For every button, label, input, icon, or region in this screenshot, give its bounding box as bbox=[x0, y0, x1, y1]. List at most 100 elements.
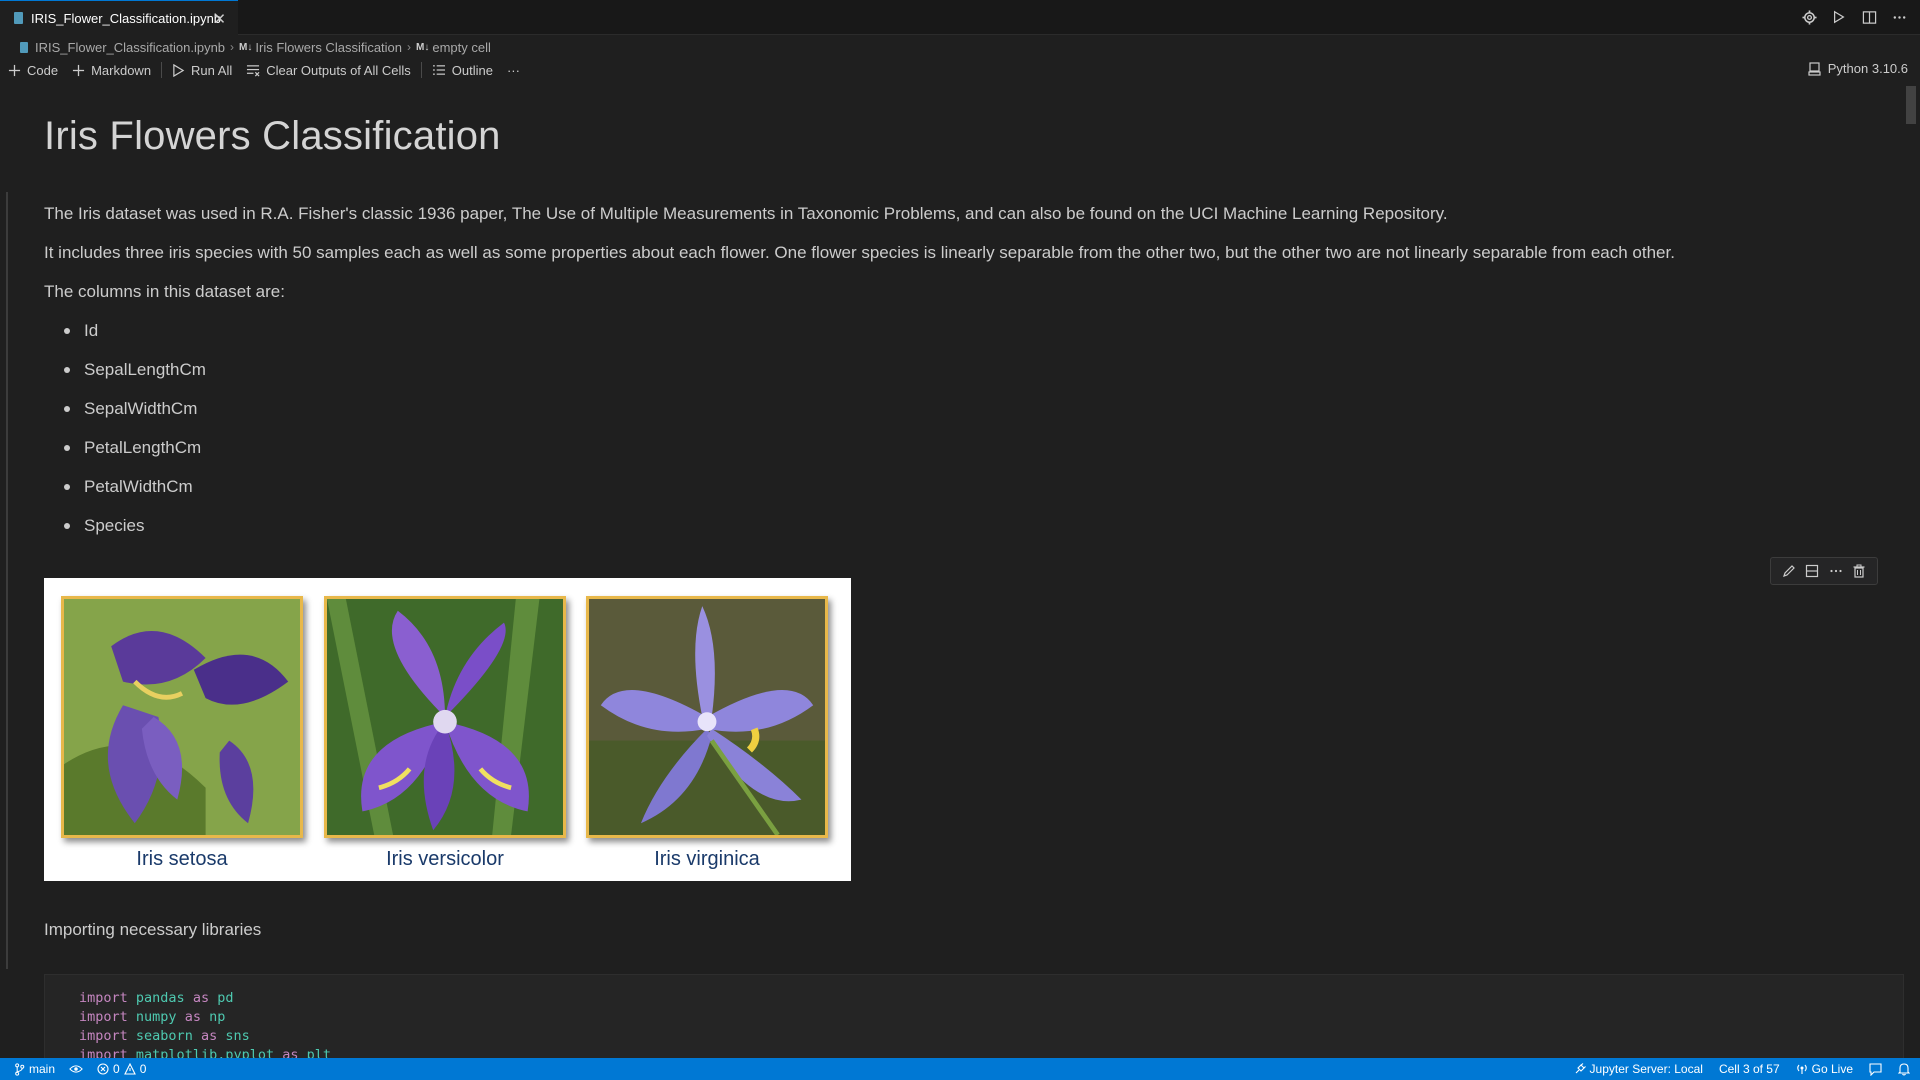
list-item: SepalLengthCm bbox=[44, 350, 1675, 389]
paragraph: The columns in this dataset are: bbox=[44, 282, 285, 301]
warning-icon bbox=[123, 1063, 136, 1075]
keyword: as bbox=[200, 1028, 218, 1044]
iris-species-image: Iris setosa Iris versicolor Iris virgini… bbox=[44, 578, 851, 881]
add-markdown-cell-button[interactable]: Markdown bbox=[72, 63, 151, 78]
more-actions-icon[interactable] bbox=[1890, 8, 1908, 26]
sync-button[interactable] bbox=[69, 1063, 83, 1075]
breadcrumb-cell[interactable]: empty cell bbox=[432, 40, 491, 55]
kernel-picker[interactable]: Python 3.10.6 bbox=[1808, 61, 1908, 76]
cell-position-label: Cell 3 of 57 bbox=[1718, 1062, 1780, 1076]
run-icon[interactable] bbox=[1830, 8, 1848, 26]
paragraph: The Iris dataset was used in R.A. Fisher… bbox=[44, 204, 1448, 223]
cell-focus-indicator bbox=[6, 192, 8, 630]
list-item: PetalWidthCm bbox=[44, 467, 1675, 506]
notebook-file-icon bbox=[14, 12, 23, 24]
plug-icon bbox=[1575, 1063, 1586, 1074]
code-line: import numpy as np bbox=[79, 1009, 225, 1025]
run-all-icon bbox=[172, 63, 185, 77]
chevron-right-icon: › bbox=[407, 40, 412, 54]
go-live-label: Go Live bbox=[1811, 1062, 1853, 1076]
tab-notebook[interactable]: IRIS_Flower_Classification.ipynb ✕ bbox=[0, 0, 238, 35]
keyword: import bbox=[79, 1047, 128, 1058]
feedback-button[interactable] bbox=[1869, 1062, 1882, 1076]
add-code-cell-button[interactable]: Code bbox=[8, 63, 58, 78]
notebook-editor[interactable]: Iris Flowers Classification The Iris dat… bbox=[0, 84, 1920, 1058]
markdown-cell[interactable]: The Iris dataset was used in R.A. Fisher… bbox=[44, 194, 1675, 545]
editor-actions bbox=[1800, 8, 1908, 26]
markdown-icon: M↓ bbox=[239, 41, 253, 53]
jupyter-server-status[interactable]: Jupyter Server: Local bbox=[1574, 1062, 1703, 1076]
alias: pd bbox=[217, 990, 234, 1006]
toolbar-divider bbox=[420, 62, 422, 78]
keyword: as bbox=[184, 1009, 201, 1025]
settings-gear-icon[interactable] bbox=[1800, 8, 1818, 26]
plus-icon bbox=[8, 64, 21, 77]
tab-label: IRIS_Flower_Classification.ipynb bbox=[31, 10, 222, 26]
clear-all-icon bbox=[246, 64, 260, 77]
notifications-button[interactable] bbox=[1898, 1062, 1910, 1076]
breadcrumb: IRIS_Flower_Classification.ipynb › M↓ Ir… bbox=[20, 37, 491, 57]
outline-button[interactable]: Outline bbox=[432, 63, 493, 78]
run-all-label: Run All bbox=[191, 62, 233, 78]
code-cell[interactable]: import pandas as pd import numpy as np i… bbox=[44, 974, 1904, 1058]
error-icon bbox=[97, 1063, 109, 1075]
alias: plt bbox=[306, 1047, 332, 1058]
species-label-setosa: Iris setosa bbox=[136, 848, 228, 870]
split-editor-icon[interactable] bbox=[1860, 8, 1878, 26]
add-markdown-label: Markdown bbox=[91, 62, 152, 78]
kernel-icon bbox=[1808, 61, 1821, 76]
edit-pencil-icon[interactable] bbox=[1782, 564, 1796, 578]
broadcast-icon bbox=[1796, 1064, 1807, 1074]
keyword: import bbox=[79, 990, 128, 1006]
module-name: seaborn bbox=[135, 1028, 193, 1044]
code-line: import pandas as pd bbox=[79, 990, 234, 1006]
module-name: numpy bbox=[135, 1009, 177, 1025]
git-branch-button[interactable]: main bbox=[14, 1062, 55, 1076]
breadcrumb-file[interactable]: IRIS_Flower_Classification.ipynb bbox=[35, 40, 225, 55]
jupyter-server-label: Jupyter Server: Local bbox=[1589, 1062, 1703, 1076]
warning-count: 0 bbox=[139, 1062, 147, 1076]
list-item: SepalWidthCm bbox=[44, 389, 1675, 428]
code-editor[interactable]: import pandas as pd import numpy as np i… bbox=[79, 989, 331, 1058]
species-label-versicolor: Iris versicolor bbox=[386, 848, 504, 870]
add-code-label: Code bbox=[27, 62, 59, 78]
section-heading: Importing necessary libraries bbox=[44, 920, 262, 939]
git-branch-icon bbox=[15, 1062, 25, 1076]
scrollbar-thumb[interactable] bbox=[1906, 86, 1916, 124]
notebook-file-icon bbox=[20, 41, 28, 53]
more-toolbar-actions-button[interactable]: ··· bbox=[507, 63, 520, 78]
cell-focus-indicator bbox=[6, 574, 8, 969]
run-all-button[interactable]: Run All bbox=[172, 63, 232, 78]
tab-close-icon[interactable]: ✕ bbox=[213, 10, 226, 28]
species-label-virginica: Iris virginica bbox=[654, 848, 760, 870]
paragraph: It includes three iris species with 50 s… bbox=[44, 243, 1675, 262]
outline-label: Outline bbox=[451, 62, 493, 78]
iris-virginica-photo bbox=[586, 596, 828, 838]
alias: np bbox=[209, 1009, 226, 1025]
split-cell-icon[interactable] bbox=[1805, 564, 1819, 578]
plus-icon bbox=[72, 64, 85, 77]
list-item: PetalLengthCm bbox=[44, 428, 1675, 467]
branch-label: main bbox=[29, 1062, 56, 1076]
clear-outputs-button[interactable]: Clear Outputs of All Cells bbox=[246, 63, 411, 78]
breadcrumb-section[interactable]: Iris Flowers Classification bbox=[255, 40, 402, 55]
cell-more-icon[interactable] bbox=[1829, 564, 1843, 578]
list-item: Species bbox=[44, 506, 1675, 545]
bell-icon bbox=[1898, 1062, 1910, 1076]
problems-button[interactable]: 0 0 bbox=[97, 1062, 146, 1076]
keyword: as bbox=[282, 1047, 299, 1058]
markdown-icon: M↓ bbox=[416, 41, 430, 53]
cell-position-indicator[interactable]: Cell 3 of 57 bbox=[1719, 1062, 1780, 1076]
more-icon: ··· bbox=[506, 62, 520, 78]
notebook-title: Iris Flowers Classification bbox=[44, 114, 501, 158]
list-icon bbox=[432, 64, 446, 76]
keyword: import bbox=[79, 1028, 128, 1044]
iris-versicolor-photo bbox=[324, 596, 566, 838]
notebook-toolbar: Code Markdown Run All Clear Outputs of A… bbox=[8, 59, 1920, 81]
go-live-button[interactable]: Go Live bbox=[1796, 1062, 1853, 1076]
clear-outputs-label: Clear Outputs of All Cells bbox=[266, 62, 411, 78]
code-line: import seaborn as sns bbox=[79, 1028, 250, 1044]
delete-trash-icon[interactable] bbox=[1852, 564, 1866, 578]
toolbar-divider bbox=[161, 62, 163, 78]
keyword: import bbox=[79, 1009, 128, 1025]
